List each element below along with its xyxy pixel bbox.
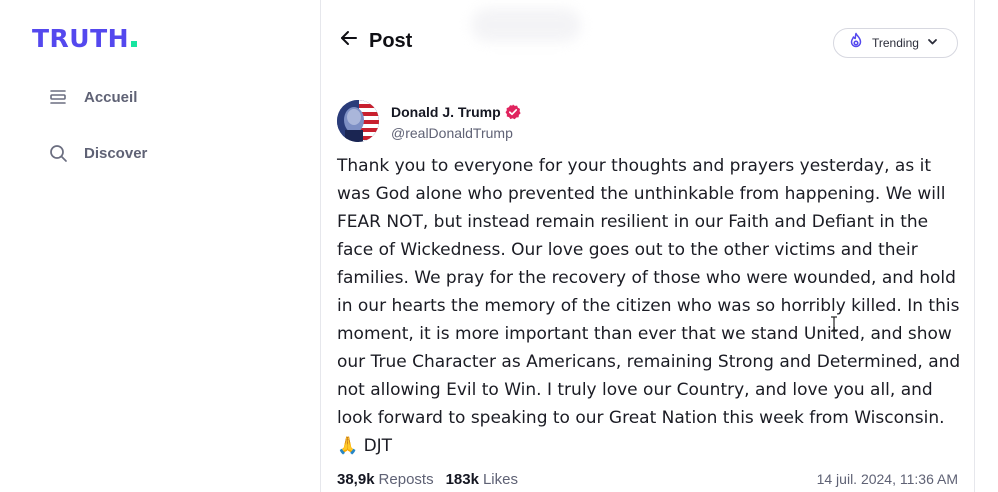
sidebar-item-home[interactable]: Accueil [48,83,137,111]
sidebar: TRUTH Accueil Discover [0,0,320,492]
feed-selector-label: Trending [872,36,919,50]
likes-stat[interactable]: 183k Likes [446,471,518,488]
reposts-count: 38,9k [337,470,375,488]
arrow-left-icon [339,28,359,53]
sidebar-item-label: Accueil [84,88,138,106]
post-stats: 38,9k Reposts 183k Likes 14 juil. 2024, … [337,468,958,490]
chevron-down-icon [927,34,938,52]
logo-text: TRUTH [32,24,130,53]
post-body: Thank you to everyone for your thoughts … [337,156,966,456]
main-column: Post Trending Donald J. Trump @realDonal… [321,0,974,492]
post-author[interactable]: Donald J. Trump @realDonaldTrump [337,100,521,143]
post-header: Post Trending [321,0,974,80]
post-timestamp: 14 juil. 2024, 11:36 AM [816,471,958,487]
flame-icon [848,32,864,54]
header-blur-overlay [471,8,581,42]
home-icon [48,87,68,107]
likes-label: Likes [482,470,518,488]
author-name[interactable]: Donald J. Trump [391,103,501,121]
author-handle[interactable]: @realDonaldTrump [391,123,521,143]
column-divider [974,0,975,492]
verified-badge-icon [505,104,521,120]
page-title: Post [369,30,413,52]
text-cursor-icon [830,316,838,332]
reposts-label: Reposts [378,470,434,488]
sidebar-item-label: Discover [84,144,148,162]
likes-count: 183k [445,470,479,488]
avatar[interactable] [337,100,379,142]
truth-logo[interactable]: TRUTH [32,24,138,54]
back-button[interactable] [337,28,361,52]
sidebar-item-discover[interactable]: Discover [48,139,147,167]
feed-selector-button[interactable]: Trending [833,28,958,58]
search-icon [48,143,68,163]
logo-dot [131,41,138,47]
reposts-stat[interactable]: 38,9k Reposts [337,471,434,488]
